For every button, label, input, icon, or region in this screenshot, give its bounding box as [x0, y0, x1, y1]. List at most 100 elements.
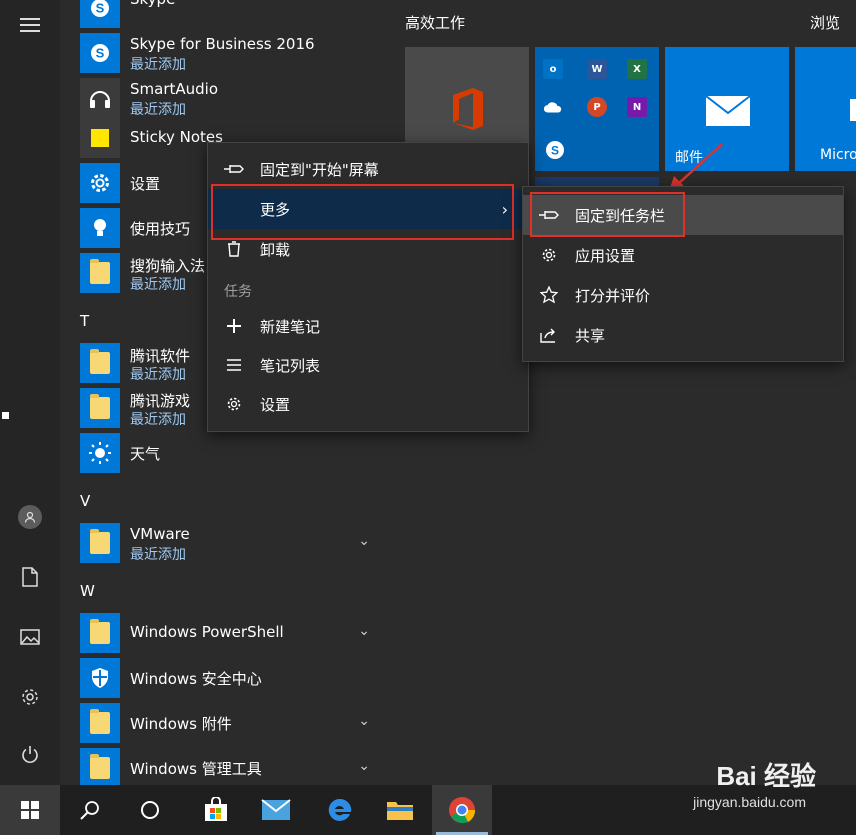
tile-group-browse[interactable]: 浏览 [810, 12, 840, 33]
chevron-down-icon[interactable]: ⌄ [358, 533, 370, 549]
list-item-admin-tools[interactable]: Windows 管理工具 ⌄ [80, 748, 390, 788]
chevron-down-icon[interactable]: ⌄ [358, 623, 370, 639]
menu-item-note-list[interactable]: 笔记列表 [208, 345, 528, 385]
app-name: 设置 [130, 175, 161, 193]
menu-item-label: 打分并评价 [575, 286, 651, 305]
gear-icon [208, 396, 260, 412]
sticky-notes-icon [80, 118, 120, 158]
svg-text:S: S [96, 46, 105, 61]
recently-added-label: 最近添加 [130, 57, 186, 73]
menu-item-app-settings[interactable]: 应用设置 [523, 235, 843, 275]
app-name: 腾讯游戏 [130, 392, 191, 410]
menu-item-label: 应用设置 [575, 246, 636, 265]
hamburger-icon [20, 18, 40, 32]
skype-small-icon: S [545, 140, 565, 160]
pictures-button[interactable] [0, 612, 60, 662]
list-item-accessories[interactable]: Windows 附件 ⌄ [80, 703, 390, 743]
app-name: VMware [130, 525, 190, 543]
search-icon [80, 801, 99, 820]
menu-item-label: 共享 [575, 326, 606, 345]
recently-added-label: 最近添加 [130, 412, 186, 428]
start-button[interactable] [0, 785, 60, 835]
baidu-jingyan-watermark: Bai 经验 jingyan.baidu.com [693, 756, 816, 810]
skype-business-icon: S [80, 33, 120, 73]
menu-item-label: 笔记列表 [260, 356, 321, 375]
edge-icon [328, 798, 352, 821]
menu-item-label: 卸载 [260, 240, 291, 259]
user-avatar-icon [18, 505, 42, 529]
chevron-down-icon[interactable]: ⌄ [358, 758, 370, 774]
menu-item-share[interactable]: 共享 [523, 315, 843, 355]
chevron-down-icon[interactable]: ⌄ [358, 713, 370, 729]
app-name: Skype for Business 2016 [130, 35, 315, 53]
menu-item-label: 固定到"开始"屏幕 [260, 160, 379, 179]
taskbar-file-explorer[interactable] [370, 785, 430, 835]
recently-added-label: 最近添加 [130, 277, 186, 293]
svg-text:S: S [551, 144, 559, 158]
watermark-brand: Bai 经验 [716, 761, 816, 791]
folder-icon [80, 523, 120, 563]
app-name: Windows 安全中心 [130, 670, 262, 688]
hamburger-menu-button[interactable] [0, 0, 60, 50]
group-letter-w[interactable]: W [80, 582, 95, 600]
windows-logo-icon [21, 801, 39, 819]
headphones-icon [80, 78, 120, 118]
user-account-button[interactable] [0, 492, 60, 542]
menu-item-label: 设置 [260, 395, 291, 414]
word-icon: W [587, 59, 607, 79]
list-item-skype[interactable]: S Skype [80, 0, 390, 28]
taskbar-mail[interactable] [246, 785, 306, 835]
settings-button[interactable] [0, 672, 60, 722]
list-icon [208, 359, 260, 371]
recently-added-label: 最近添加 [130, 102, 186, 118]
list-item-smartaudio[interactable]: SmartAudio 最近添加 [80, 78, 390, 118]
folder-icon [80, 253, 120, 293]
folder-icon [80, 613, 120, 653]
pin-icon [208, 163, 260, 175]
app-name: 天气 [130, 445, 161, 463]
chrome-icon [449, 797, 476, 824]
lightbulb-icon [80, 208, 120, 248]
menu-item-rate-review[interactable]: 打分并评价 [523, 275, 843, 315]
folder-icon [80, 388, 120, 428]
list-item-powershell[interactable]: Windows PowerShell ⌄ [80, 613, 390, 653]
edge-tile[interactable]: Micro [795, 47, 856, 171]
powerpoint-icon: P [587, 97, 607, 117]
edge-tile-label: Micro [820, 147, 856, 163]
menu-item-settings[interactable]: 设置 [208, 384, 528, 424]
share-icon [523, 327, 575, 343]
office-apps-folder-tile[interactable]: o W X P N S [535, 47, 659, 171]
highlight-box-more [211, 184, 514, 240]
menu-section-tasks: 任务 [224, 284, 252, 300]
app-name: 腾讯软件 [130, 347, 191, 365]
screen-marker [2, 412, 9, 419]
outlook-icon: o [543, 59, 563, 79]
taskbar-store[interactable] [186, 785, 246, 835]
taskbar-edge[interactable] [310, 785, 370, 835]
task-view-button[interactable] [120, 785, 180, 835]
tile-group-productivity[interactable]: 高效工作 [405, 12, 465, 33]
list-item-weather[interactable]: 天气 [80, 433, 390, 473]
skype-icon: S [80, 0, 120, 28]
list-item-skype-business[interactable]: S Skype for Business 2016 最近添加 [80, 33, 390, 73]
menu-item-new-note[interactable]: 新建笔记 [208, 306, 528, 346]
store-icon [850, 99, 856, 121]
menu-item-pin-start[interactable]: 固定到"开始"屏幕 [208, 149, 528, 189]
star-icon [523, 286, 575, 304]
trash-icon [208, 241, 260, 257]
documents-button[interactable] [0, 552, 60, 602]
list-item-vmware[interactable]: VMware 最近添加 ⌄ [80, 523, 390, 563]
taskbar-chrome[interactable] [432, 785, 492, 835]
list-item-security-center[interactable]: Windows 安全中心 [80, 658, 390, 698]
app-name: Windows 管理工具 [130, 760, 262, 778]
group-letter-v[interactable]: V [80, 492, 90, 510]
power-button[interactable] [0, 730, 60, 780]
office-icon [453, 88, 483, 130]
folder-icon [80, 343, 120, 383]
search-button[interactable] [60, 785, 120, 835]
group-letter-t[interactable]: T [80, 312, 89, 330]
store-bag-icon [205, 797, 227, 821]
highlight-box-pin-taskbar [530, 192, 685, 237]
app-name: Windows 附件 [130, 715, 232, 733]
app-name: 搜狗输入法 [130, 257, 206, 275]
